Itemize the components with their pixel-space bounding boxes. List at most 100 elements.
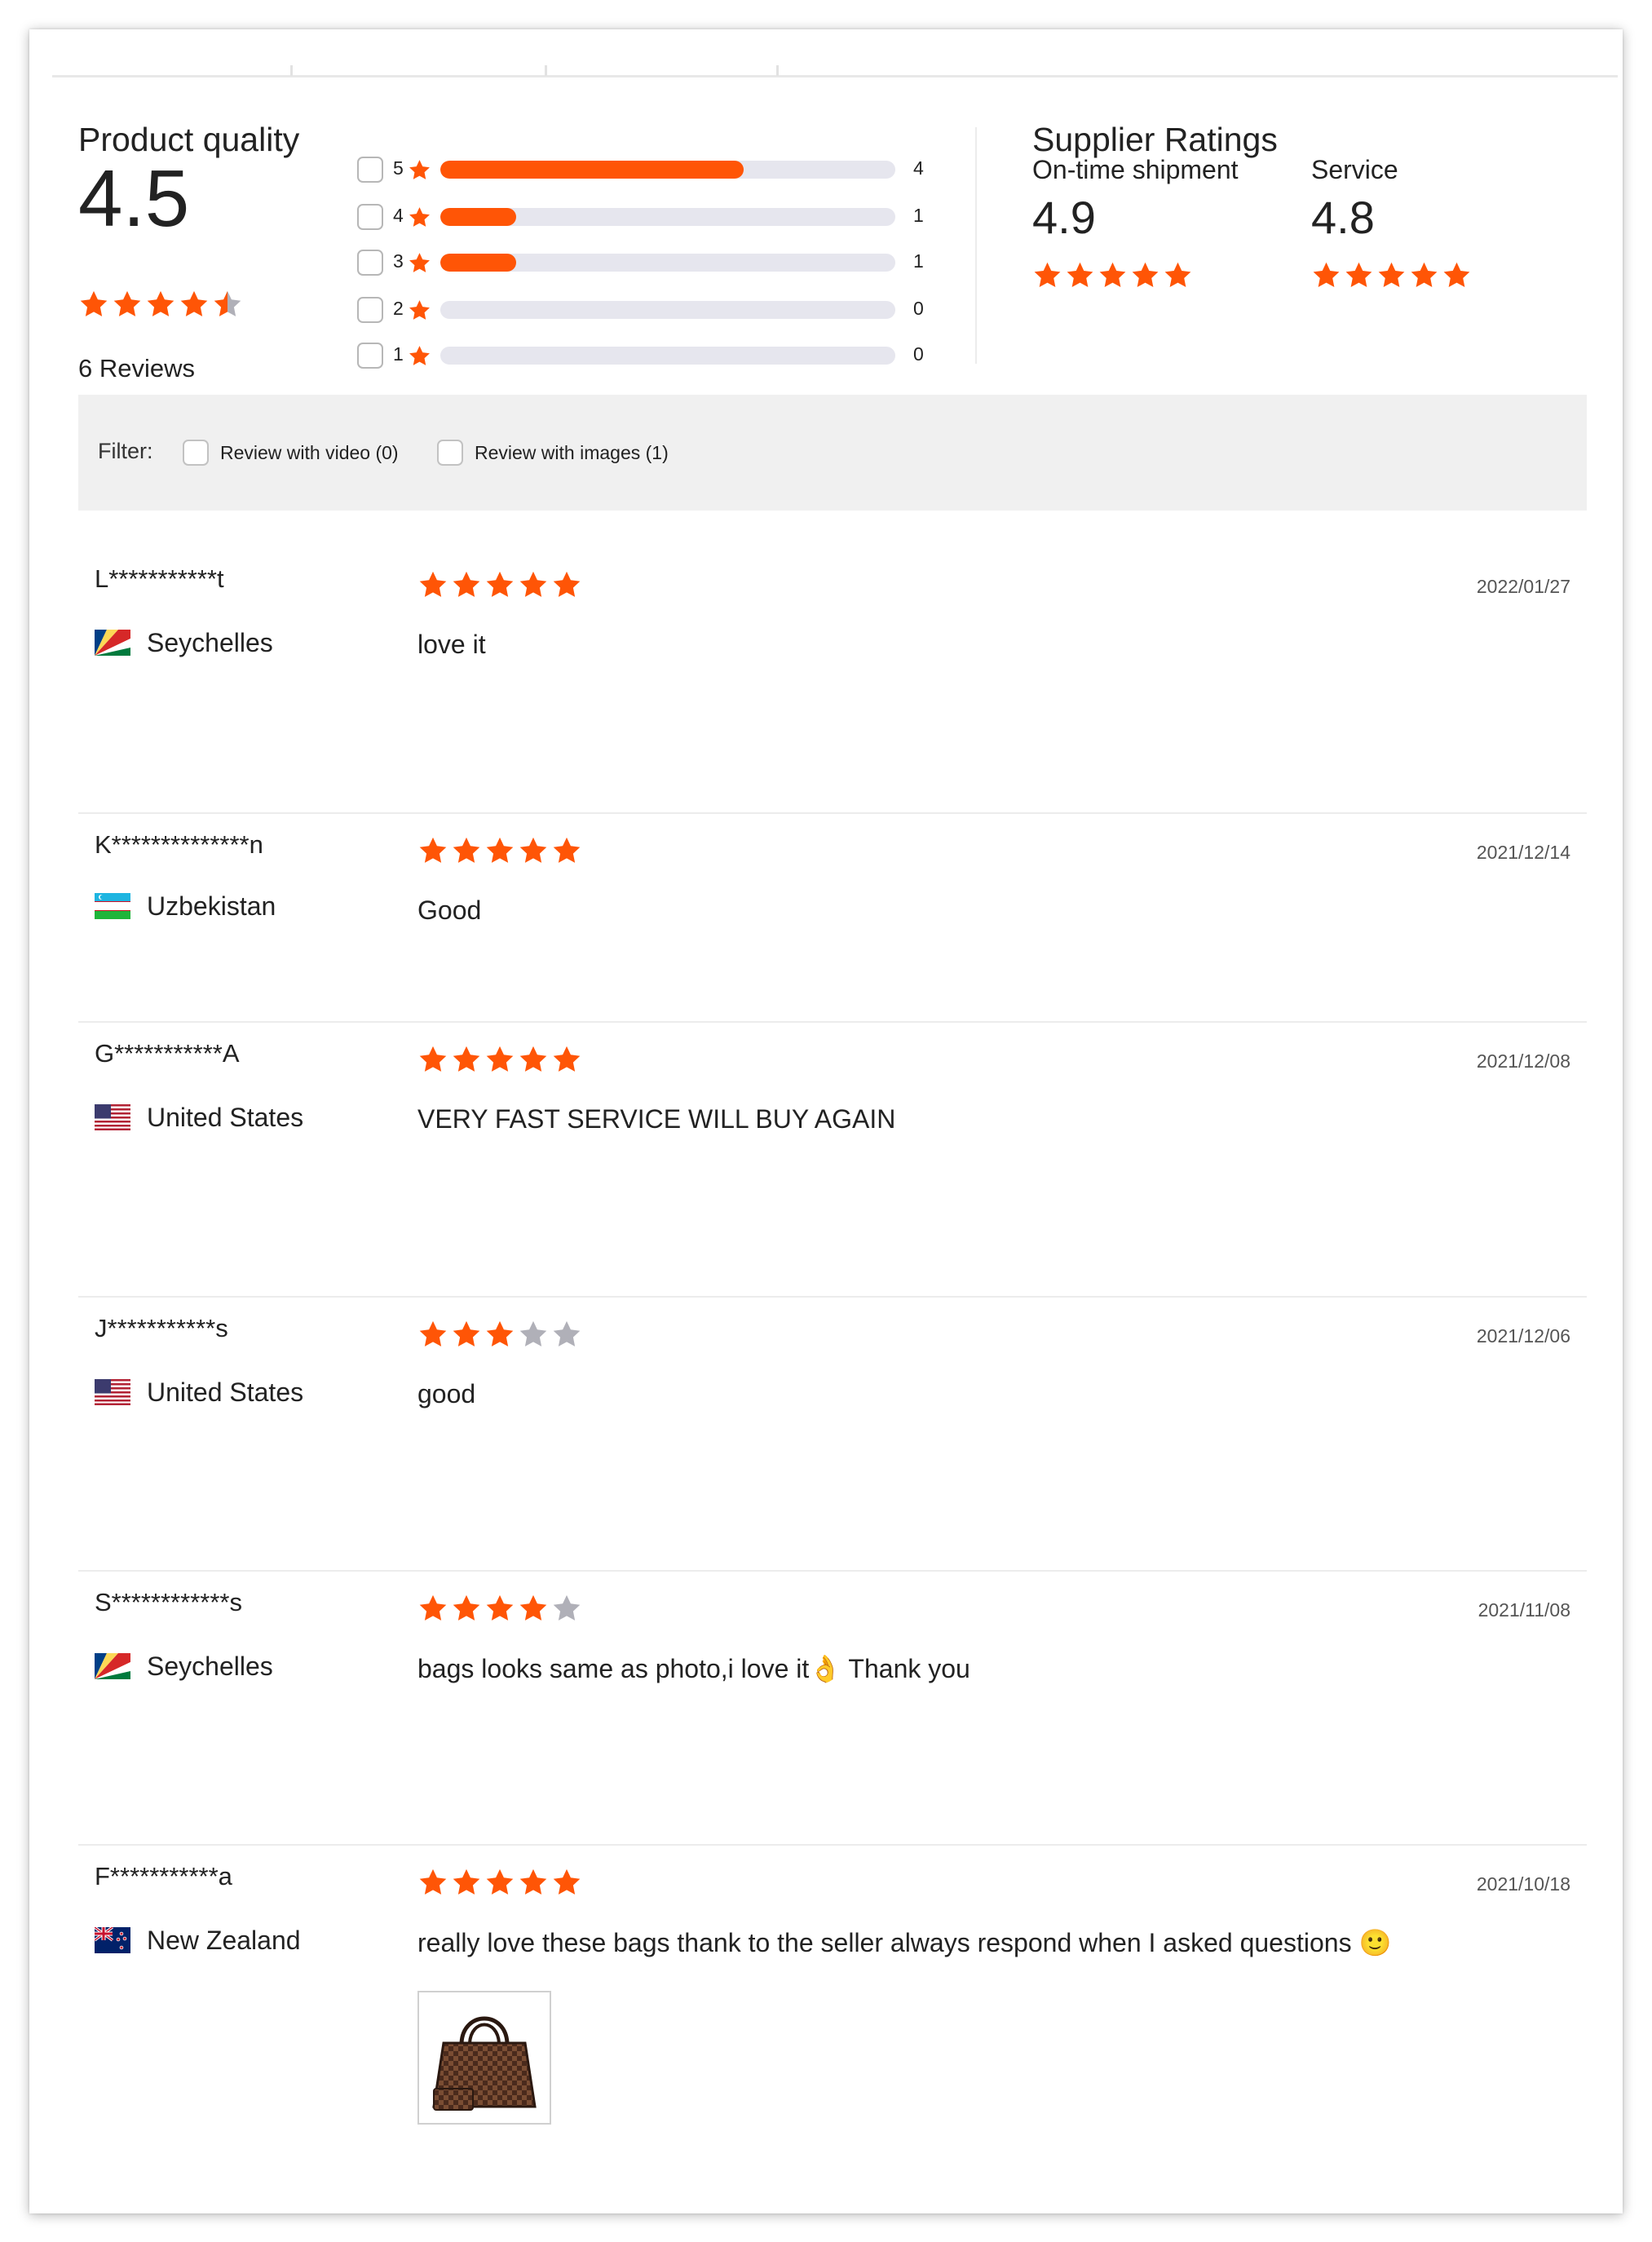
- star-icon: [484, 1044, 515, 1075]
- rating-bar-track: [440, 301, 895, 319]
- star-icon: [451, 1867, 482, 1898]
- supplier-ratings-title: Supplier Ratings: [1032, 121, 1278, 158]
- filter-images-option[interactable]: Review with images (1): [437, 439, 669, 467]
- rating-filter-checkbox[interactable]: [357, 297, 383, 323]
- review-stars: [417, 835, 582, 866]
- rating-filter-row[interactable]: 41: [357, 201, 944, 233]
- star-icon: [451, 1044, 482, 1075]
- service-value: 4.8: [1311, 192, 1375, 243]
- ontime-shipment-stars: [1032, 260, 1239, 290]
- filter-video-option[interactable]: Review with video (0): [183, 439, 399, 467]
- review-count: 6 Reviews: [78, 354, 195, 383]
- rating-count: 1: [913, 250, 924, 272]
- rating-filter-checkbox[interactable]: [357, 343, 383, 369]
- star-icon: [145, 289, 176, 320]
- rating-bar-track: [440, 347, 895, 365]
- review-text: VERY FAST SERVICE WILL BUY AGAIN: [417, 1104, 896, 1134]
- country-name: United States: [147, 1102, 304, 1132]
- filter-images-checkbox[interactable]: [437, 440, 463, 466]
- star-level-label: 2: [393, 298, 404, 319]
- rating-filter-row[interactable]: 10: [357, 339, 944, 372]
- country-name: Uzbekistan: [147, 892, 276, 920]
- rating-filter-row[interactable]: 54: [357, 153, 944, 186]
- rating-bar-fill: [440, 208, 517, 226]
- product-quality-score: 4.5: [78, 153, 190, 243]
- country-name: United States: [147, 1377, 304, 1407]
- rating-filter-checkbox[interactable]: [357, 250, 383, 276]
- star-icon: [484, 1867, 515, 1898]
- service-rating: Service 4.8: [1311, 155, 1472, 290]
- star-icon: [1442, 260, 1472, 290]
- ontime-shipment-value: 4.9: [1032, 192, 1096, 243]
- star-icon: [518, 835, 549, 866]
- reviewer-country: United States: [95, 1101, 303, 1134]
- star-icon: [1409, 260, 1439, 290]
- new-zealand-flag-icon: [95, 1927, 130, 1953]
- star-icon: [408, 344, 431, 368]
- star-icon: [408, 298, 431, 322]
- filter-label: Filter:: [98, 439, 153, 463]
- star-icon: [179, 289, 210, 320]
- star-icon: [551, 1593, 582, 1624]
- star-icon: [78, 289, 109, 320]
- star-icon: [408, 251, 431, 275]
- filter-video-label: Review with video (0): [220, 441, 399, 463]
- reviewer-name: S************s: [95, 1588, 242, 1616]
- star-icon: [1311, 260, 1341, 290]
- rating-count: 1: [913, 205, 924, 226]
- reviewer-country: Seychelles: [95, 626, 273, 659]
- review-item: F***********a New Zealand 2021/10/18 rea…: [78, 1846, 1587, 2188]
- review-stars: [417, 1867, 582, 1898]
- rating-filter-row[interactable]: 20: [357, 294, 944, 326]
- star-icon: [484, 569, 515, 600]
- star-icon: [408, 206, 431, 229]
- star-level-label: 5: [393, 157, 404, 179]
- review-text: love it: [417, 630, 486, 659]
- star-icon: [1163, 260, 1193, 290]
- rating-bar-track: [440, 161, 895, 179]
- star-icon: [551, 1044, 582, 1075]
- reviewer-name: L***********t: [95, 564, 224, 593]
- rating-bar-fill: [440, 254, 517, 272]
- star-icon: [451, 1319, 482, 1350]
- review-stars: [417, 1319, 582, 1350]
- review-stars: [417, 1044, 582, 1075]
- star-icon: [518, 1319, 549, 1350]
- star-icon: [112, 289, 143, 320]
- star-icon: [408, 158, 431, 182]
- star-icon: [484, 835, 515, 866]
- review-item: K**************n Uzbekistan 2021/12/14 G…: [78, 814, 1587, 1023]
- review-stars: [417, 569, 582, 600]
- ontime-shipment-rating: On-time shipment 4.9: [1032, 155, 1239, 290]
- product-quality-stars: [78, 289, 243, 321]
- rating-filter-checkbox[interactable]: [357, 157, 383, 183]
- filter-bar: Filter: Review with video (0) Review wit…: [78, 395, 1587, 511]
- review-item: G***********A United States 2021/12/08 V…: [78, 1023, 1587, 1298]
- us-flag-icon: [95, 1379, 130, 1405]
- country-name: New Zealand: [147, 1925, 301, 1955]
- review-text: really love these bags thank to the sell…: [417, 1928, 1392, 1957]
- star-icon: [1376, 260, 1407, 290]
- star-icon: [417, 1319, 448, 1350]
- star-icon: [518, 569, 549, 600]
- rating-bar-track: [440, 254, 895, 272]
- rating-count: 0: [913, 343, 924, 365]
- rating-filter-row[interactable]: 31: [357, 246, 944, 279]
- star-icon: [417, 1867, 448, 1898]
- star-icon: [484, 1319, 515, 1350]
- star-icon: [417, 1593, 448, 1624]
- seychelles-flag-icon: [95, 1653, 130, 1679]
- reviewer-country: Seychelles: [95, 1650, 273, 1683]
- review-date: 2022/01/27: [1476, 576, 1570, 597]
- review-item: J***********s United States 2021/12/06 g…: [78, 1298, 1587, 1572]
- handbag-thumbnail[interactable]: [417, 1991, 551, 2125]
- filter-images-label: Review with images (1): [475, 441, 669, 463]
- review-stars: [417, 1593, 582, 1624]
- star-icon: [1130, 260, 1160, 290]
- section-divider: [975, 127, 977, 364]
- star-icon: [417, 569, 448, 600]
- reviewer-country: United States: [95, 1376, 303, 1408]
- filter-video-checkbox[interactable]: [183, 440, 209, 466]
- rating-filter-checkbox[interactable]: [357, 204, 383, 230]
- reviewer-name: J***********s: [95, 1314, 228, 1342]
